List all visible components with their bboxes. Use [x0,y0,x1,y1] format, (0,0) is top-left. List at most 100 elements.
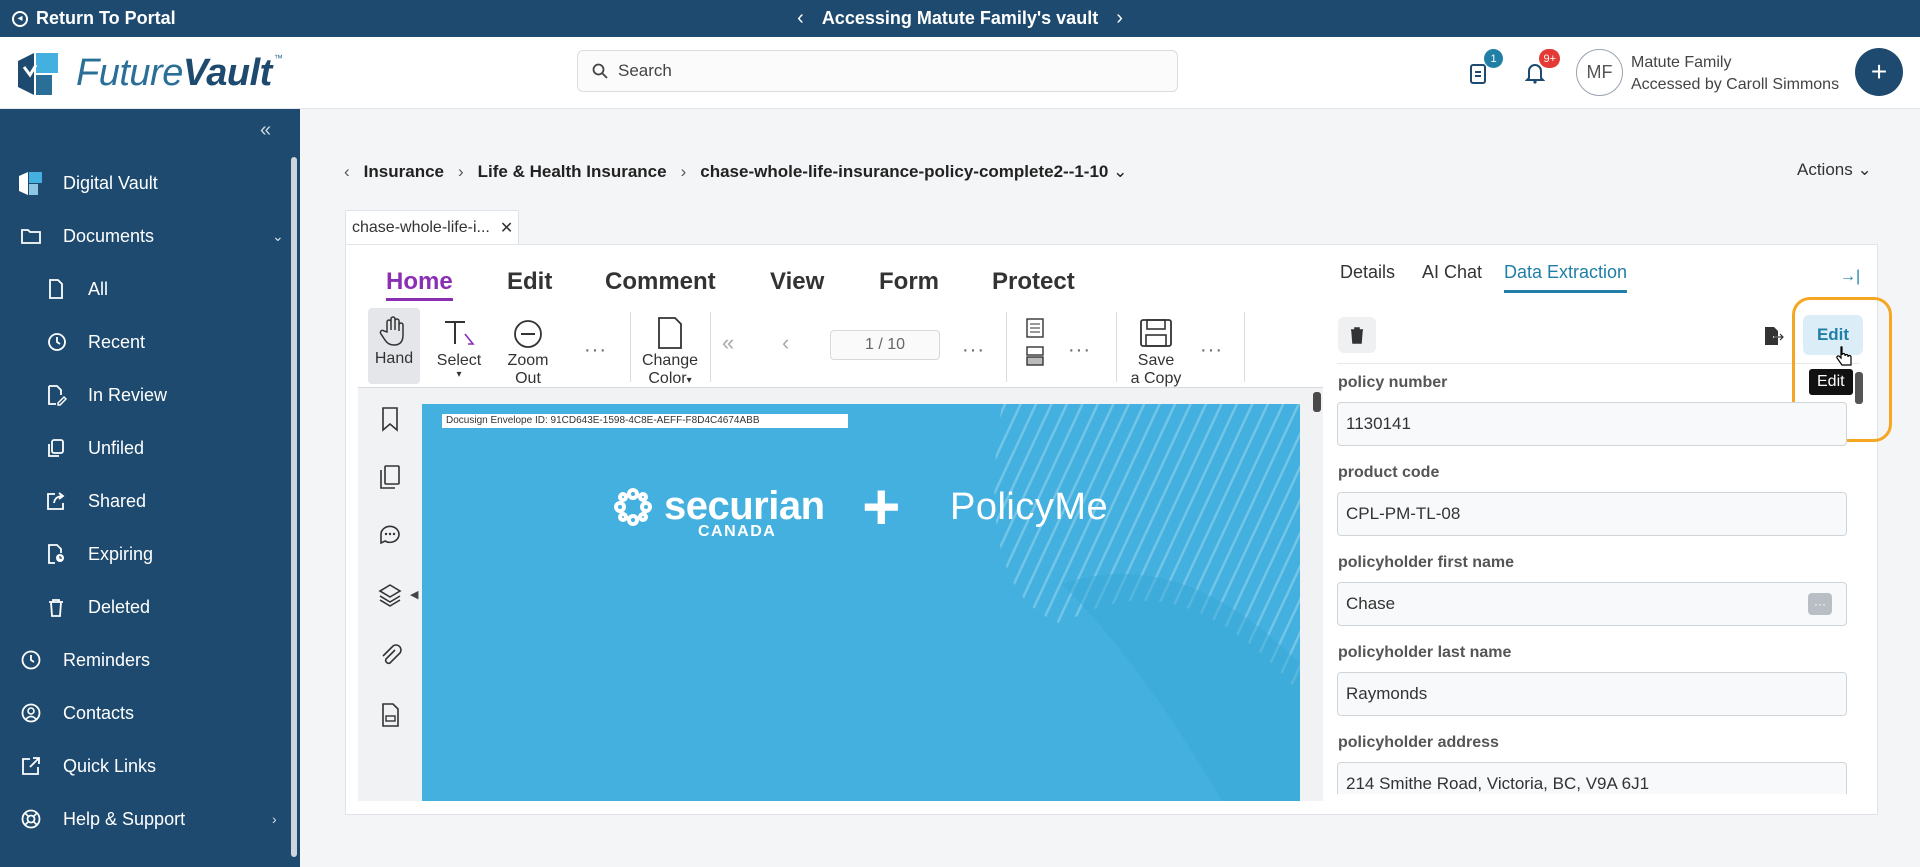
page-layout-button[interactable] [1022,318,1048,366]
sidebar-item-in-review[interactable]: In Review [0,375,290,415]
save-copy-button[interactable]: Save a Copy [1126,314,1186,388]
page-indicator-input[interactable]: 1 / 10 [830,330,940,360]
field-label-policy-number: policy number [1338,374,1448,391]
sidebar-scrollbar[interactable] [291,157,297,857]
first-name-input[interactable] [1346,594,1816,614]
close-icon[interactable]: ✕ [500,218,513,238]
previous-page-icon[interactable]: ‹ [782,330,789,356]
avatar[interactable]: MF [1576,49,1623,96]
first-name-field[interactable]: ··· [1337,582,1847,626]
layers-icon[interactable] [378,582,402,608]
breadcrumb-insurance[interactable]: Insurance [364,162,444,182]
account-info[interactable]: Matute Family Accessed by Caroll Simmons [1631,52,1839,96]
next-vault-icon[interactable]: › [1116,7,1123,30]
document-tab[interactable]: chase-whole-life-i... ✕ [345,210,519,245]
tab-edit[interactable]: Edit [507,268,552,296]
actions-menu[interactable]: Actions ⌄ [1797,160,1872,180]
change-color-label-line2: Color▾ [648,370,692,387]
sidebar-item-quick-links[interactable]: Quick Links [0,746,290,786]
last-name-field[interactable] [1337,672,1847,716]
hand-tool-button[interactable]: Hand [368,308,420,384]
dropdown-arrow-icon: ▾ [456,369,462,380]
collapse-panel-icon[interactable]: →| [1840,268,1860,286]
text-select-icon [441,314,477,352]
sidebar-item-all[interactable]: All [0,269,290,309]
policyme-logo: PolicyMe [950,486,1109,528]
tab-form[interactable]: Form [879,268,939,296]
more-file-icon[interactable]: ··· [1200,339,1223,362]
export-button[interactable] [1758,322,1788,350]
bookmark-icon[interactable] [378,406,402,432]
first-page-icon[interactable]: « [722,330,734,356]
zoom-out-button[interactable]: Zoom Out [504,314,552,388]
tab-view[interactable]: View [770,268,824,296]
product-code-input[interactable] [1346,504,1816,524]
viewer-scrollbar[interactable] [1313,392,1321,412]
vault-switcher: ‹ Accessing Matute Family's vault › [0,0,1920,37]
lifebuoy-icon [21,809,41,829]
sidebar-item-digital-vault[interactable]: Digital Vault [0,163,290,203]
notifications-badge: 9+ [1539,49,1560,68]
collapse-rail-icon[interactable]: ◀ [410,588,418,601]
field-label-product-code: product code [1338,464,1440,481]
tab-data-extraction[interactable]: Data Extraction [1504,262,1628,293]
add-button[interactable]: + [1855,48,1903,96]
sidebar-item-unfiled[interactable]: Unfiled [0,428,290,468]
sidebar-item-reminders[interactable]: Reminders [0,640,290,680]
documents-requests-button[interactable]: 1 [1465,49,1503,87]
address-field[interactable] [1337,762,1847,794]
sidebar-item-recent[interactable]: Recent [0,322,290,362]
sidebar-item-deleted[interactable]: Deleted [0,587,290,627]
more-options-icon[interactable]: ··· [1808,593,1832,615]
address-input[interactable] [1346,774,1816,794]
select-tool-label: Select [436,352,482,369]
search-input[interactable] [618,61,1138,81]
prev-vault-icon[interactable]: ‹ [797,7,804,30]
more-tools-icon[interactable]: ··· [584,339,607,362]
attachment-icon[interactable] [378,642,402,668]
sidebar-item-label: Documents [63,225,155,246]
tab-comment[interactable]: Comment [605,268,716,296]
last-name-input[interactable] [1346,684,1816,704]
chevron-down-icon: ⌄ [272,227,284,244]
delete-button[interactable] [1338,317,1376,353]
sidebar-item-expiring[interactable]: Expiring [0,534,290,574]
futurevault-logo[interactable]: FutureVault ™ [12,45,283,101]
breadcrumb-life-health[interactable]: Life & Health Insurance [478,162,667,182]
sidebar-item-contacts[interactable]: Contacts [0,693,290,733]
sidebar-item-label: All [88,278,109,299]
viewer-left-rail [368,400,412,800]
tab-ai-chat[interactable]: AI Chat [1422,262,1482,283]
sidebar-item-label: Shared [88,490,147,511]
fields-scrollbar[interactable] [1855,372,1863,404]
product-code-field[interactable] [1337,492,1847,536]
field-label-first-name: policyholder first name [1338,554,1515,571]
share-icon [47,492,65,510]
thumbnails-icon[interactable] [378,464,402,490]
signature-icon[interactable] [378,702,402,728]
select-tool-button[interactable]: Select ▾ [436,314,482,380]
tab-home[interactable]: Home [386,268,453,301]
app-header: FutureVault ™ 1 9+ MF Matute Family Acce… [0,37,1920,109]
breadcrumb-document[interactable]: chase-whole-life-insurance-policy-comple… [700,162,1127,182]
chevron-down-icon: ⌄ [1113,162,1128,181]
tab-protect[interactable]: Protect [992,268,1075,296]
notifications-button[interactable]: 9+ [1522,49,1560,87]
edit-button[interactable]: Edit [1803,315,1863,355]
collapse-sidebar-icon[interactable]: « [260,119,271,142]
sidebar-item-documents[interactable]: Documents ⌄ [0,216,290,256]
save-copy-label-line2: a Copy [1130,370,1182,387]
account-accessed-by: Accessed by Caroll Simmons [1631,76,1840,93]
change-color-button[interactable]: Change Color▾ [640,314,700,390]
document-tab-label: chase-whole-life-i... [352,219,490,236]
more-layout-icon[interactable]: ··· [1068,339,1091,362]
comments-icon[interactable] [378,522,402,548]
tab-details[interactable]: Details [1340,262,1395,283]
more-navigation-icon[interactable]: ··· [962,339,985,362]
sidebar-item-help-support[interactable]: Help & Support › [0,799,290,839]
sidebar-item-shared[interactable]: Shared [0,481,290,521]
policy-number-input[interactable] [1346,414,1816,434]
zoom-out-label-line1: Zoom [507,352,549,369]
policy-number-field[interactable] [1337,402,1847,446]
breadcrumb-back-icon[interactable]: ‹ [344,162,350,182]
